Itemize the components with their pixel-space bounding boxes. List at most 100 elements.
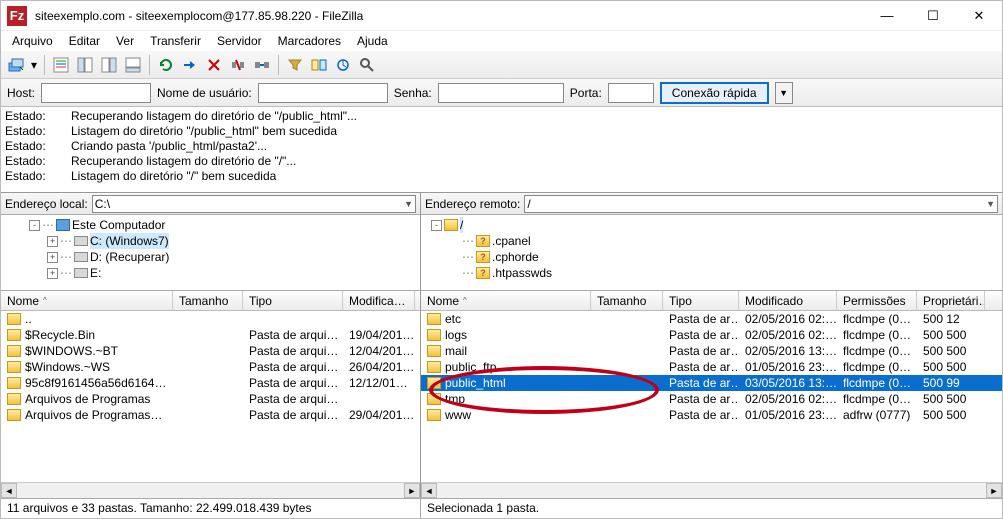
- remote-h-scroll[interactable]: ◄►: [421, 482, 1002, 498]
- list-row[interactable]: $Windows.~WSPasta de arqui…26/04/201…: [1, 359, 420, 375]
- list-row[interactable]: public_htmlPasta de ar…03/05/2016 13:…fl…: [421, 375, 1002, 391]
- tree-node[interactable]: ⋯? .cpanel: [423, 233, 1000, 249]
- folder-icon: [7, 393, 21, 405]
- drive-icon: [74, 268, 88, 278]
- process-queue-button[interactable]: [179, 54, 201, 76]
- file-type: Pasta de arqui…: [243, 344, 343, 358]
- file-owner: 500 500: [917, 408, 985, 422]
- expand-toggle[interactable]: -: [29, 220, 40, 231]
- computer-icon: [56, 219, 70, 231]
- maximize-button[interactable]: ☐: [910, 1, 956, 31]
- col-type[interactable]: Tipo: [243, 291, 343, 310]
- local-h-scroll[interactable]: ◄►: [1, 482, 420, 498]
- list-row[interactable]: Arquivos de Programas…Pasta de arqui…29/…: [1, 407, 420, 423]
- log-line: Estado:Listagem do diretório "/public_ht…: [5, 124, 998, 139]
- file-permissions: flcdmpe (0…: [837, 312, 917, 326]
- toggle-queue-button[interactable]: [122, 54, 144, 76]
- expand-toggle[interactable]: +: [47, 252, 58, 263]
- tree-node[interactable]: +⋯ C: (Windows7): [3, 233, 418, 249]
- local-pane: Endereço local: C:\▼ -⋯ Este Computador+…: [1, 193, 421, 498]
- expand-toggle[interactable]: -: [431, 220, 442, 231]
- col-modified[interactable]: Modifica…: [343, 291, 415, 310]
- menu-ver[interactable]: Ver: [109, 32, 141, 50]
- list-row[interactable]: logsPasta de ar…02/05/2016 02:…flcdmpe (…: [421, 327, 1002, 343]
- toggle-local-tree-button[interactable]: [74, 54, 96, 76]
- file-owner: 500 500: [917, 328, 985, 342]
- sync-browsing-button[interactable]: [332, 54, 354, 76]
- col-size[interactable]: Tamanho: [173, 291, 243, 310]
- remote-file-list[interactable]: etcPasta de ar…02/05/2016 02:…flcdmpe (0…: [421, 311, 1002, 482]
- menu-marcadores[interactable]: Marcadores: [271, 32, 348, 50]
- col-name[interactable]: Nome^: [1, 291, 173, 310]
- window-title: siteexemplo.com - siteexemplocom@177.85.…: [33, 9, 864, 23]
- list-row[interactable]: $WINDOWS.~BTPasta de arqui…12/04/201…: [1, 343, 420, 359]
- compare-button[interactable]: [308, 54, 330, 76]
- list-row[interactable]: wwwPasta de ar…01/05/2016 23:…adfrw (077…: [421, 407, 1002, 423]
- remote-pane: Endereço remoto: /▼ - /⋯? .cpanel⋯? .cph…: [421, 193, 1002, 498]
- expand-toggle[interactable]: +: [47, 268, 58, 279]
- username-input[interactable]: [258, 83, 388, 103]
- tree-node[interactable]: - /: [423, 217, 1000, 233]
- log-line: Estado:Criando pasta '/public_html/pasta…: [5, 139, 998, 154]
- port-label: Porta:: [570, 86, 602, 100]
- list-row[interactable]: tmpPasta de ar…02/05/2016 02:…flcdmpe (0…: [421, 391, 1002, 407]
- menu-transferir[interactable]: Transferir: [143, 32, 208, 50]
- toggle-log-button[interactable]: [50, 54, 72, 76]
- folder-icon: [7, 361, 21, 373]
- remote-address-label: Endereço remoto:: [425, 197, 520, 211]
- list-row[interactable]: mailPasta de ar…02/05/2016 13:…flcdmpe (…: [421, 343, 1002, 359]
- search-button[interactable]: [356, 54, 378, 76]
- tree-node[interactable]: ⋯? .cphorde: [423, 249, 1000, 265]
- remote-path-combo[interactable]: /▼: [524, 195, 998, 213]
- folder-icon: [427, 329, 441, 341]
- list-row[interactable]: public_ftpPasta de ar…01/05/2016 23:…flc…: [421, 359, 1002, 375]
- minimize-button[interactable]: —: [864, 1, 910, 31]
- site-manager-button[interactable]: [5, 54, 27, 76]
- menu-arquivo[interactable]: Arquivo: [5, 32, 60, 50]
- list-row[interactable]: Arquivos de ProgramasPasta de arqui…: [1, 391, 420, 407]
- local-path-combo[interactable]: C:\▼: [92, 195, 416, 213]
- col-size[interactable]: Tamanho: [591, 291, 663, 310]
- filter-button[interactable]: [284, 54, 306, 76]
- reconnect-button[interactable]: [251, 54, 273, 76]
- tree-node[interactable]: +⋯ E:: [3, 265, 418, 281]
- menu-ajuda[interactable]: Ajuda: [350, 32, 395, 50]
- user-label: Nome de usuário:: [157, 86, 252, 100]
- password-input[interactable]: [438, 83, 564, 103]
- quick-connect-history-dropdown[interactable]: ▼: [775, 82, 793, 104]
- file-modified: 02/05/2016 02:…: [739, 312, 837, 326]
- col-modified[interactable]: Modificado: [739, 291, 837, 310]
- col-owner[interactable]: Proprietári…: [917, 291, 985, 310]
- tree-node[interactable]: ⋯? .htpasswds: [423, 265, 1000, 281]
- refresh-button[interactable]: [155, 54, 177, 76]
- toggle-remote-tree-button[interactable]: [98, 54, 120, 76]
- remote-tree[interactable]: - /⋯? .cpanel⋯? .cphorde⋯? .htpasswds: [421, 215, 1002, 291]
- tree-label: .htpasswds: [492, 265, 552, 281]
- title-bar: Fz siteexemplo.com - siteexemplocom@177.…: [1, 1, 1002, 31]
- tree-node[interactable]: -⋯ Este Computador: [3, 217, 418, 233]
- expand-toggle[interactable]: +: [47, 236, 58, 247]
- close-button[interactable]: ✕: [956, 1, 1002, 31]
- host-input[interactable]: [41, 83, 151, 103]
- menu-servidor[interactable]: Servidor: [210, 32, 269, 50]
- col-name[interactable]: Nome^: [421, 291, 591, 310]
- tree-node[interactable]: +⋯ D: (Recuperar): [3, 249, 418, 265]
- list-row[interactable]: $Recycle.BinPasta de arqui…19/04/201…: [1, 327, 420, 343]
- log-panel[interactable]: Estado:Recuperando listagem do diretório…: [1, 107, 1002, 193]
- folder-icon: [427, 409, 441, 421]
- quick-connect-button[interactable]: Conexão rápida: [660, 82, 769, 104]
- port-input[interactable]: [608, 83, 654, 103]
- file-permissions: flcdmpe (0…: [837, 360, 917, 374]
- file-type: Pasta de ar…: [663, 376, 739, 390]
- local-file-list[interactable]: ..$Recycle.BinPasta de arqui…19/04/201…$…: [1, 311, 420, 482]
- site-manager-dropdown[interactable]: ▾: [29, 54, 39, 76]
- col-type[interactable]: Tipo: [663, 291, 739, 310]
- local-tree[interactable]: -⋯ Este Computador+⋯ C: (Windows7)+⋯ D: …: [1, 215, 420, 291]
- list-row[interactable]: 95c8f9161456a56d6164…Pasta de arqui…12/1…: [1, 375, 420, 391]
- menu-editar[interactable]: Editar: [62, 32, 107, 50]
- col-permissions[interactable]: Permissões: [837, 291, 917, 310]
- list-row[interactable]: etcPasta de ar…02/05/2016 02:…flcdmpe (0…: [421, 311, 1002, 327]
- cancel-button[interactable]: [203, 54, 225, 76]
- disconnect-button[interactable]: [227, 54, 249, 76]
- list-row[interactable]: ..: [1, 311, 420, 327]
